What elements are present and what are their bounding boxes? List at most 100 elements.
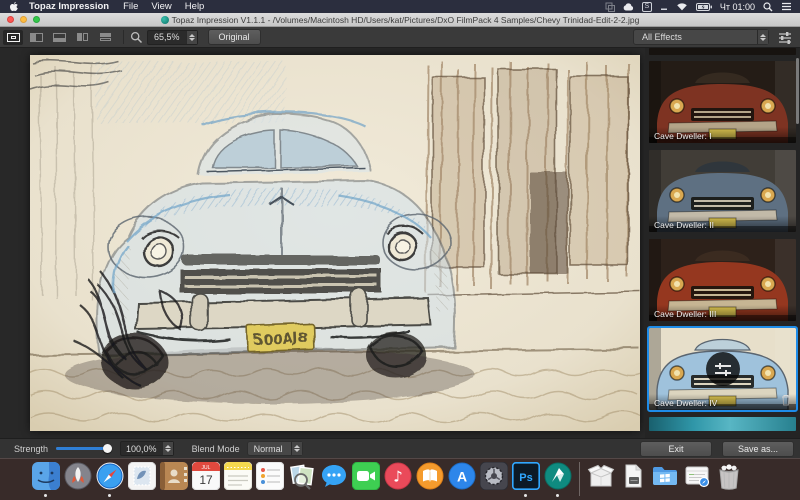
dock-messages[interactable] [320,462,348,490]
dock-facetime[interactable] [352,462,380,490]
dock-files-stack[interactable] [619,462,647,490]
menu-help[interactable]: Help [185,1,205,12]
reminders-icon [256,462,284,490]
preset-label: Cave Dweller: I [649,127,796,143]
dock-safari[interactable] [96,462,124,490]
main-area: 500AJ8 [0,48,800,438]
sidebar-scrollbar[interactable] [796,58,799,124]
save-as-button[interactable]: Save as... [722,441,794,457]
menu-file[interactable]: File [123,1,138,12]
preset-thumbnail[interactable]: Cave Dweller: IV [649,328,796,410]
original-button[interactable]: Original [208,29,261,45]
action-buttons: Exit Save as... [640,441,800,457]
blend-mode-select[interactable]: Normal [247,441,303,456]
view-mode-split-button[interactable] [26,30,46,45]
notification-center-icon[interactable] [781,2,792,11]
effects-filter-stepper[interactable] [757,30,768,44]
blend-mode-label: Blend Mode [192,444,240,454]
topaz-impression-icon [544,462,572,490]
running-indicator [524,494,527,497]
letter-badge-icon[interactable]: S [642,2,652,12]
input-menu-icon[interactable] [660,3,668,11]
license-plate-text: 500AJ8 [253,331,309,349]
window-title-bar[interactable]: Topaz Impression V1.1.1 - /Volumes/Macin… [0,13,800,27]
notes-icon [224,462,252,490]
launchpad-icon [64,462,92,490]
dock-mail[interactable] [128,462,156,490]
dock-topaz-impression[interactable] [544,462,572,490]
effect-settings-icon[interactable] [778,31,792,44]
sketch-canvas-image: 500AJ8 [30,55,640,431]
preview-icon [288,462,316,490]
preset-thumbnail[interactable]: Cave Dweller: II [649,150,796,232]
battery-charging-icon[interactable] [696,3,712,11]
preset-label: Cave Dweller: II [649,216,796,232]
window-title-wrap: Topaz Impression V1.1.1 - /Volumes/Macin… [0,15,800,25]
photoshop-label: Ps [519,472,532,484]
dock-reminders[interactable] [256,462,284,490]
calendar-day: 17 [199,473,213,487]
zoom-stepper[interactable] [186,31,197,44]
strength-value: 100,0% [121,444,162,454]
calendar-month: JUL [202,465,211,471]
files-stack-icon [619,462,647,490]
strength-stepper[interactable] [162,442,173,455]
dual-stacked-icon [100,33,111,41]
sliders-icon [715,372,731,374]
dock-trash[interactable] [715,462,743,490]
preset-thumbnail[interactable]: Cave Dweller: I [649,61,796,143]
spotlight-icon[interactable] [763,2,773,12]
preset-thumb-partial-top[interactable] [649,48,796,55]
dock-system-preferences[interactable] [480,462,508,490]
dock-launchpad[interactable] [64,462,92,490]
dock-documents-stack[interactable] [587,462,615,490]
preset-thumb-partial-bottom[interactable] [649,417,796,431]
dock-finder[interactable] [32,462,60,490]
dock-window-stack[interactable] [683,462,711,490]
zoom-level-value: 65,5% [148,32,186,42]
menu-view[interactable]: View [151,1,171,12]
effects-filter-select[interactable]: All Effects [633,29,769,45]
dock-windows-folder[interactable] [651,462,679,490]
single-view-icon [7,33,20,42]
dock-photoshop[interactable]: Ps [512,462,540,490]
dock: JUL 17 [0,458,800,500]
preset-thumbnail[interactable]: Cave Dweller: III [649,239,796,321]
wifi-icon[interactable] [676,2,688,11]
effects-filter-value: All Effects [634,32,757,42]
blend-mode-stepper[interactable] [291,442,302,455]
menubar-clock[interactable]: Чт 01:00 [720,2,755,12]
license-plate: 500AJ8 [248,324,315,352]
cloud-status-icon[interactable] [623,2,634,11]
view-mode-dual-stacked-button[interactable] [95,30,115,45]
image-canvas[interactable]: 500AJ8 [0,48,645,438]
exit-button[interactable]: Exit [640,441,712,457]
view-mode-single-button[interactable] [3,30,23,45]
zoom-level-control[interactable]: 65,5% [147,30,198,45]
view-mode-dual-button[interactable] [72,30,92,45]
menubar-app-name[interactable]: Topaz Impression [29,1,109,12]
dock-contacts[interactable] [160,462,188,490]
dock-appstore[interactable]: A [448,462,476,490]
zoom-tool-icon[interactable] [130,31,143,44]
system-preferences-icon [480,462,508,490]
documents-stack-icon [587,462,615,490]
dock-calendar[interactable]: JUL 17 [192,462,220,490]
apple-menu-icon[interactable] [9,1,19,12]
strength-slider[interactable] [56,444,112,453]
itunes-note-glyph: ♪ [393,468,403,486]
slider-knob[interactable] [103,444,112,453]
appstore-letter: A [457,469,467,485]
dock-itunes[interactable]: ♪ [384,462,412,490]
strength-value-control[interactable]: 100,0% [120,441,174,456]
dock-ibooks[interactable] [416,462,444,490]
split-horizontal-icon [53,33,66,42]
paste-helper-icon[interactable] [605,2,615,12]
dock-notes[interactable] [224,462,252,490]
running-indicator [108,494,111,497]
view-mode-split-horizontal-button[interactable] [49,30,69,45]
preset-list: Cave Dweller: I [649,61,796,410]
dock-preview[interactable] [288,462,316,490]
photoshop-icon: Ps [512,462,540,490]
preset-adjust-button[interactable] [706,352,740,386]
